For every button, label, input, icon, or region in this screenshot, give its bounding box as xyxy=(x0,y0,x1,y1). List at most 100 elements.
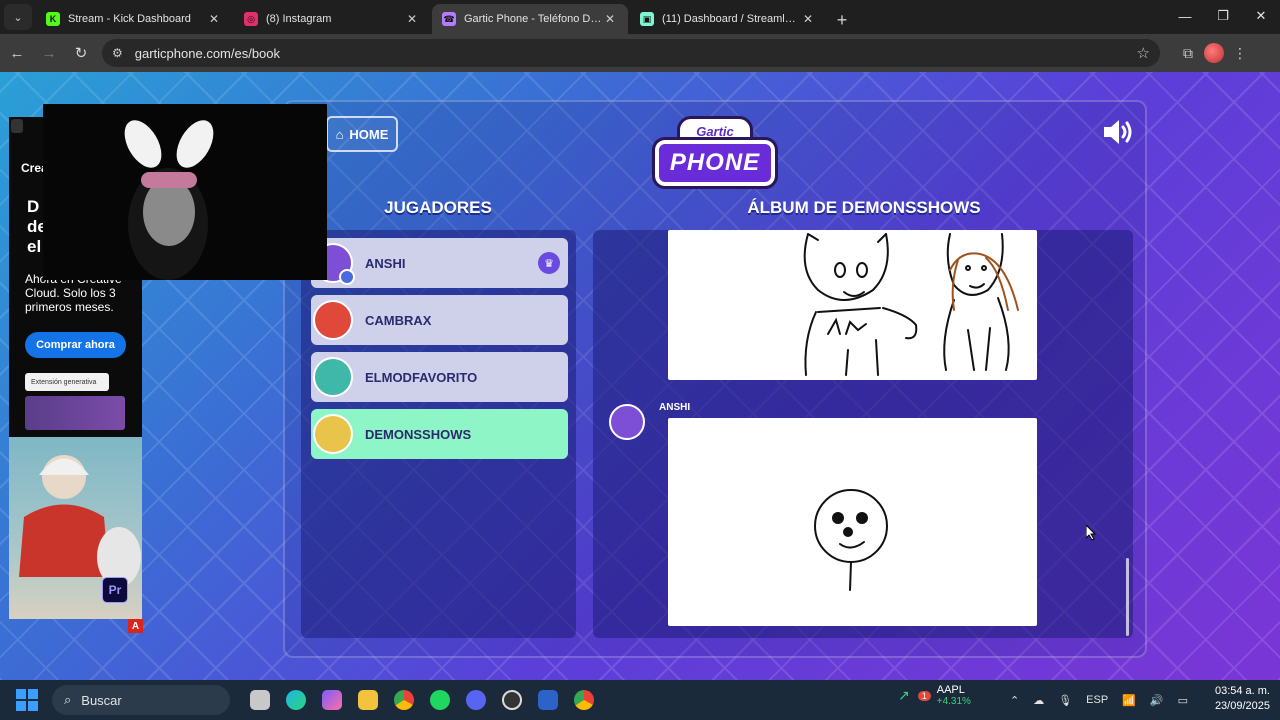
browser-tab[interactable]: ☎ Gartic Phone - Teléfono Descompuesto✕ xyxy=(432,4,628,34)
profile-avatar[interactable] xyxy=(1204,43,1224,63)
chrome-icon[interactable] xyxy=(386,682,422,718)
ad-chip: Extensión generativa xyxy=(25,373,109,391)
pinned-apps xyxy=(242,682,602,718)
browser-toolbar: ← → ↻ ⚙ garticphone.com/es/book ☆ ⧉ ⋮ xyxy=(0,34,1280,72)
player-row: ANSHI ♛ xyxy=(311,238,568,288)
stock-symbol: AAPL xyxy=(936,684,965,696)
stock-badge: 1 xyxy=(917,690,931,701)
spotify-icon[interactable] xyxy=(422,682,458,718)
user-badge-icon xyxy=(339,269,355,285)
language-indicator[interactable]: ESP xyxy=(1086,694,1108,706)
home-label: HOME xyxy=(349,126,389,142)
tab-close-icon[interactable]: ✕ xyxy=(206,12,222,26)
chrome-active-icon[interactable] xyxy=(566,682,602,718)
close-window-icon[interactable]: ✕ xyxy=(1242,0,1280,32)
album-drawing-2 xyxy=(668,418,1037,626)
webcam-overlay xyxy=(43,104,327,280)
webcam-feed xyxy=(43,104,327,280)
discord-icon[interactable] xyxy=(458,682,494,718)
taskbar-search[interactable]: ⌕ Buscar xyxy=(52,685,230,715)
word-icon[interactable] xyxy=(530,682,566,718)
window-controls: — ❐ ✕ xyxy=(1166,0,1280,32)
ad-cta-button[interactable]: Comprar ahora xyxy=(25,332,126,358)
tray-overflow-icon[interactable]: ⌃ xyxy=(1010,694,1019,707)
stock-up-icon: ↗ xyxy=(898,687,910,703)
restore-icon[interactable]: ❐ xyxy=(1204,0,1242,32)
drawing-1-strokes xyxy=(803,233,1019,376)
logo-bottom-text: PHONE xyxy=(652,137,778,189)
tab-title: (8) Instagram xyxy=(266,13,332,25)
premiere-pro-logo: Pr xyxy=(102,577,128,603)
address-bar[interactable]: ⚙ garticphone.com/es/book ☆ xyxy=(102,39,1160,67)
ad-app-mockup xyxy=(25,396,125,430)
album-scrollbar[interactable] xyxy=(1126,558,1129,636)
sound-icon[interactable] xyxy=(1102,118,1134,146)
ad-shield-icon xyxy=(11,119,23,133)
album-heading: ÁLBUM DE DEMONSSHOWS xyxy=(747,198,981,217)
toolbar-right: ⧉ ⋮ xyxy=(1172,39,1256,67)
player-row: ELMODFAVORITO xyxy=(311,352,568,402)
clock-date: 23/09/2025 xyxy=(1214,700,1270,712)
tab-close-icon[interactable]: ✕ xyxy=(800,12,816,26)
site-info-icon[interactable]: ⚙ xyxy=(112,46,123,60)
player-name: ELMODFAVORITO xyxy=(365,369,478,385)
browser-tab[interactable]: ◎ (8) Instagram ✕ xyxy=(234,4,430,34)
wifi-icon[interactable]: 📶 xyxy=(1122,694,1136,707)
players-panel: ANSHI ♛ CAMBRAX ELMODFAVORITO DEMONSSHOWS xyxy=(301,230,576,638)
back-icon[interactable]: ← xyxy=(2,38,32,68)
battery-icon[interactable]: ▭ xyxy=(1178,694,1188,707)
tab-close-icon[interactable]: ✕ xyxy=(602,12,618,26)
microphone-icon[interactable]: 🎙 xyxy=(1058,694,1072,707)
browser-tab[interactable]: ▣ (11) Dashboard / Streamlabs ✕ xyxy=(630,4,826,34)
adobe-logo: A xyxy=(128,619,143,633)
bookmark-star-icon[interactable]: ☆ xyxy=(1137,44,1150,62)
clock-time: 03:54 a. m. xyxy=(1214,685,1270,697)
tab-title: Stream - Kick Dashboard xyxy=(68,13,191,25)
album-panel[interactable]: ANSHI xyxy=(593,230,1133,638)
stock-widget[interactable]: ↗ 1 AAPL +4.31% xyxy=(898,684,971,707)
task-view-icon[interactable] xyxy=(242,682,278,718)
tab-favicon-icon: K xyxy=(46,12,60,26)
windows-start-icon[interactable] xyxy=(16,689,38,711)
player-avatar xyxy=(313,357,353,397)
player-row: CAMBRAX xyxy=(311,295,568,345)
browser-tab-bar: ⌄ K Stream - Kick Dashboard ✕ ◎ (8) Instagra… xyxy=(0,0,1280,34)
copilot-icon[interactable] xyxy=(314,682,350,718)
tab-search-button[interactable]: ⌄ xyxy=(4,4,32,30)
tab-strip: K Stream - Kick Dashboard ✕ ◎ (8) Instagram ✕… xyxy=(36,4,828,34)
gartic-phone-logo: Gartic PHONE xyxy=(652,116,778,189)
onedrive-icon[interactable]: ☁ xyxy=(1033,694,1044,707)
mouse-cursor-icon xyxy=(1086,525,1096,541)
player-row: DEMONSSHOWS xyxy=(311,409,568,459)
stock-change: +4.31% xyxy=(936,696,971,707)
player-name: DEMONSSHOWS xyxy=(365,426,472,442)
player-name: ANSHI xyxy=(365,255,406,271)
system-tray: ⌃ ☁ 🎙 ESP 📶 🔊 ▭ xyxy=(1010,680,1188,720)
home-icon: ⌂ xyxy=(335,126,344,142)
reload-icon[interactable]: ↻ xyxy=(66,38,96,68)
album-post-avatar xyxy=(609,404,645,440)
search-icon: ⌕ xyxy=(64,692,72,707)
home-button[interactable]: ⌂ HOME xyxy=(326,116,398,152)
browser-menu-icon[interactable]: ⋮ xyxy=(1224,39,1256,67)
player-avatar xyxy=(313,414,353,454)
taskbar-search-label: Buscar xyxy=(81,692,122,708)
volume-icon[interactable]: 🔊 xyxy=(1150,694,1164,707)
browser-tab[interactable]: K Stream - Kick Dashboard ✕ xyxy=(36,4,232,34)
extensions-icon[interactable]: ⧉ xyxy=(1172,39,1204,67)
obs-icon[interactable] xyxy=(494,682,530,718)
forward-icon[interactable]: → xyxy=(34,38,64,68)
album-drawing-1 xyxy=(668,230,1037,380)
crown-icon: ♛ xyxy=(538,252,560,274)
minimize-icon[interactable]: — xyxy=(1166,0,1204,32)
tab-favicon-icon: ☎ xyxy=(442,12,456,26)
file-explorer-icon[interactable] xyxy=(350,682,386,718)
player-avatar xyxy=(313,300,353,340)
tab-close-icon[interactable]: ✕ xyxy=(404,12,420,26)
taskbar-clock[interactable]: 03:54 a. m. 23/09/2025 xyxy=(1215,684,1270,714)
edge-icon[interactable] xyxy=(278,682,314,718)
url-text: garticphone.com/es/book xyxy=(134,45,281,61)
tab-title: Gartic Phone - Teléfono Descompuesto xyxy=(464,13,602,25)
tab-favicon-icon: ▣ xyxy=(640,12,654,26)
new-tab-button[interactable]: + xyxy=(828,6,856,34)
